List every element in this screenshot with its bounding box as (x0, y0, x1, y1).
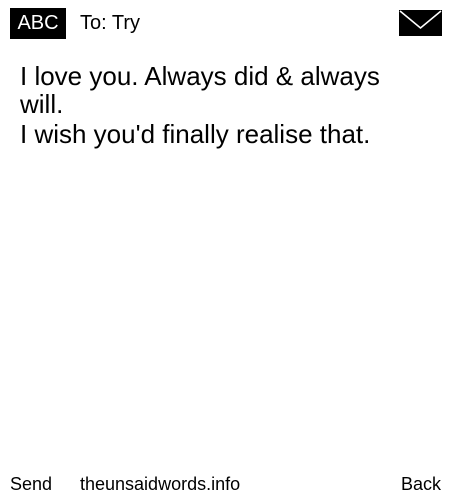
message-line: I wish you'd finally realise that. (20, 119, 371, 149)
abc-badge[interactable]: ABC (10, 8, 66, 39)
message-line: I love you. Always did & always (20, 61, 380, 91)
site-link[interactable]: theunsaidwords.info (80, 468, 240, 500)
envelope-icon[interactable] (399, 10, 442, 36)
back-button[interactable]: Back (401, 468, 441, 500)
message-line: will. (20, 89, 64, 119)
envelope-icon-graphic (399, 10, 442, 36)
message-header: ABC To: Try (0, 0, 450, 44)
send-button[interactable]: Send (10, 468, 52, 500)
footer-bar: Send theunsaidwords.info Back (0, 468, 450, 500)
message-body: I love you. Always did & always will. I … (20, 61, 405, 149)
recipient-line: To: Try (80, 12, 141, 34)
